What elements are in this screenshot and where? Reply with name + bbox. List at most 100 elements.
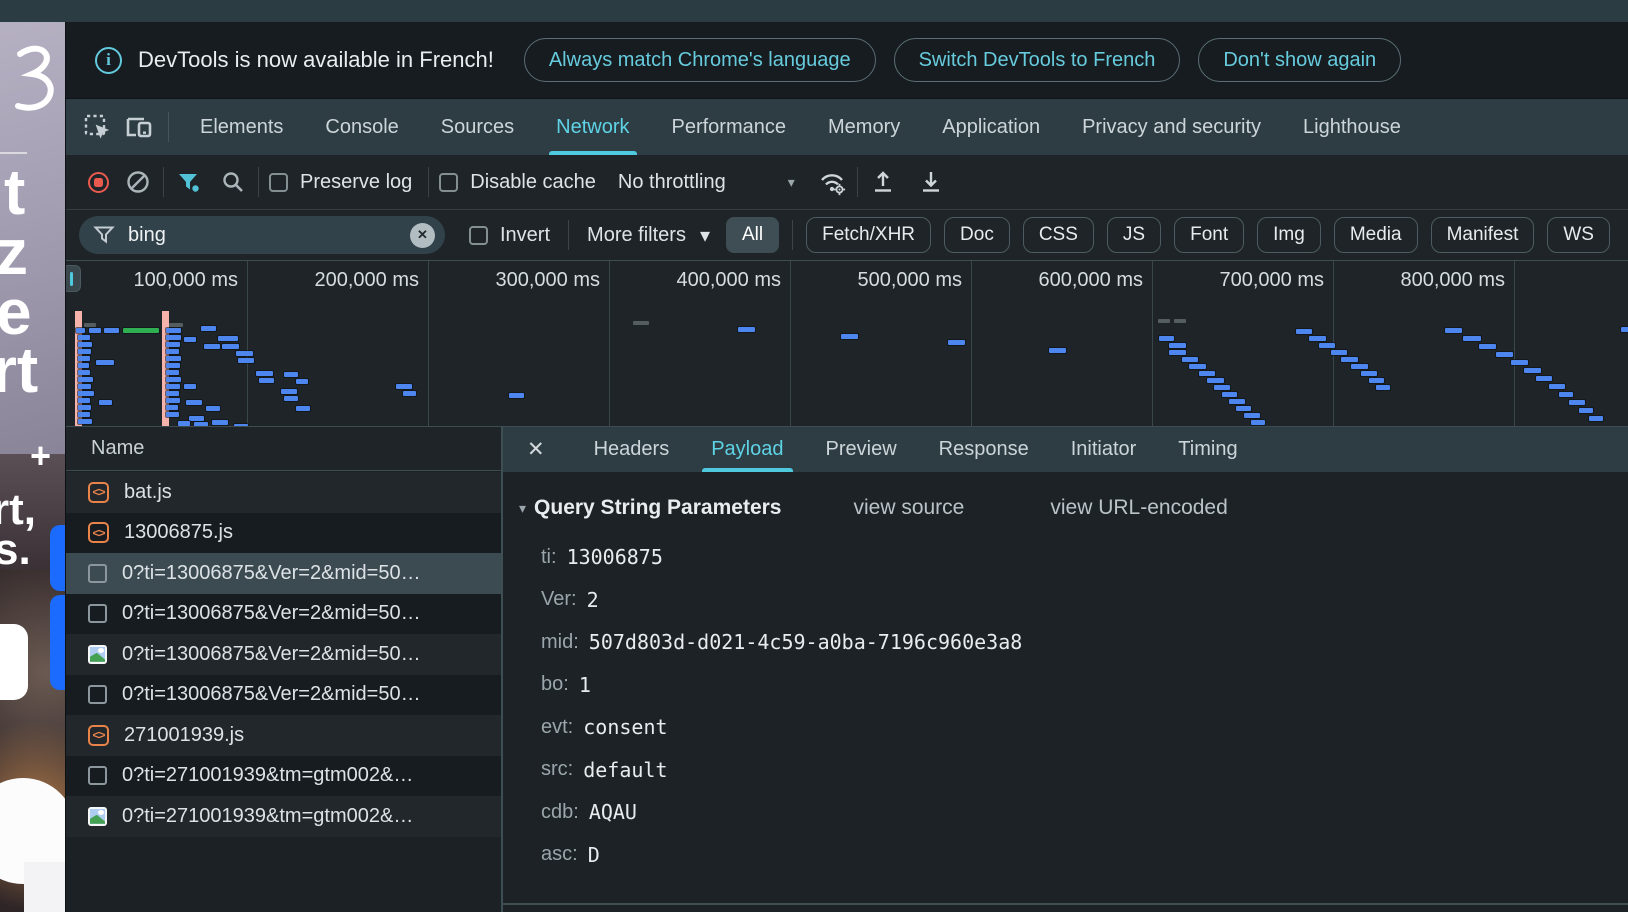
waterfall-bar (1169, 343, 1186, 348)
invert-checkbox[interactable] (469, 226, 488, 245)
tab-privacy-and-security[interactable]: Privacy and security (1061, 99, 1282, 155)
request-name: 0?ti=271001939&tm=gtm002&… (122, 805, 413, 828)
overview-time-label: 500,000 ms (790, 269, 962, 293)
chip-js[interactable]: JS (1107, 217, 1161, 253)
network-conditions-icon[interactable] (817, 167, 847, 197)
tab-label: Elements (200, 116, 283, 139)
details-tab-response[interactable]: Response (918, 427, 1050, 472)
query-param-row: cdb:AQAU (503, 791, 1628, 834)
request-row[interactable]: 0?ti=271001939&tm=gtm002&… (66, 796, 501, 837)
waterfall-bar (1229, 399, 1245, 404)
request-name: 0?ti=271001939&tm=gtm002&… (122, 764, 413, 787)
chip-img[interactable]: Img (1257, 217, 1321, 253)
clear-filter-icon[interactable]: ✕ (410, 223, 435, 248)
chip-fetch-xhr[interactable]: Fetch/XHR (806, 217, 931, 253)
request-row[interactable]: 0?ti=271001939&tm=gtm002&… (66, 756, 501, 797)
waterfall-bar (1341, 357, 1358, 362)
waterfall-bar (78, 356, 90, 361)
waterfall-bar (1511, 360, 1528, 365)
export-har-icon[interactable] (916, 167, 946, 197)
waterfall-bar (1244, 413, 1260, 418)
toolbar-separator (428, 167, 429, 197)
details-tab-label: Preview (826, 438, 897, 461)
tab-console[interactable]: Console (304, 99, 419, 155)
waterfall-bar (1361, 371, 1377, 376)
request-row[interactable]: 0?ti=13006875&Ver=2&mid=50… (66, 675, 501, 716)
page-behind-glyph (0, 40, 58, 136)
tab-performance[interactable]: Performance (651, 99, 808, 155)
inspect-element-icon[interactable] (80, 110, 114, 144)
waterfall-bar (948, 340, 965, 345)
waterfall-bar (78, 349, 91, 354)
details-tab-initiator[interactable]: Initiator (1050, 427, 1158, 472)
details-tab-headers[interactable]: Headers (573, 427, 691, 472)
dont-show-again-button[interactable]: Don't show again (1198, 38, 1401, 82)
chip-doc[interactable]: Doc (944, 217, 1010, 253)
filter-input[interactable]: bing ✕ (79, 216, 445, 254)
details-tab-payload[interactable]: Payload (690, 427, 804, 472)
request-row[interactable]: 0?ti=13006875&Ver=2&mid=50… (66, 594, 501, 635)
filter-icon[interactable] (174, 167, 204, 197)
waterfall-bar (104, 328, 119, 333)
waterfall-bar (238, 358, 254, 363)
record-network-log-icon[interactable] (88, 172, 109, 193)
waterfall-bar (166, 412, 179, 417)
waterfall-bar (841, 334, 858, 339)
chip-css[interactable]: CSS (1023, 217, 1094, 253)
chip-all[interactable]: All (726, 217, 779, 253)
request-row[interactable]: 0?ti=13006875&Ver=2&mid=50… (66, 553, 501, 594)
tab-lighthouse[interactable]: Lighthouse (1282, 99, 1422, 155)
chip-ws[interactable]: WS (1547, 217, 1610, 253)
overview-time-label: 600,000 ms (971, 269, 1143, 293)
device-toolbar-icon[interactable] (122, 110, 156, 144)
waterfall-bar (166, 370, 179, 375)
waterfall-bar (1549, 384, 1565, 389)
tab-memory[interactable]: Memory (807, 99, 921, 155)
waterfall-bar (166, 335, 181, 340)
view-url-encoded-link[interactable]: view URL-encoded (1050, 496, 1227, 520)
waterfall-bar (166, 391, 179, 396)
waterfall-bar (1376, 385, 1390, 390)
disable-cache-checkbox[interactable] (439, 173, 458, 192)
match-language-button[interactable]: Always match Chrome's language (524, 38, 876, 82)
script-icon: <> (88, 482, 109, 503)
overview-time-label: 700,000 ms (1152, 269, 1324, 293)
chip-label: Img (1273, 224, 1305, 246)
query-string-section-header: ▾ Query String Parameters view source vi… (519, 496, 1628, 520)
request-row[interactable]: <> bat.js (66, 472, 501, 513)
disable-cache-label: Disable cache (470, 171, 596, 194)
network-overview[interactable]: 100,000 ms200,000 ms300,000 ms400,000 ms… (66, 261, 1628, 427)
triangle-down-icon[interactable]: ▾ (519, 500, 526, 517)
view-source-link[interactable]: view source (853, 496, 964, 520)
more-filters-dropdown[interactable]: More filters ▾ (587, 223, 710, 248)
preserve-log-checkbox[interactable] (269, 173, 288, 192)
tab-elements[interactable]: Elements (179, 99, 304, 155)
request-row[interactable]: <>271001939.js (66, 715, 501, 756)
switch-to-french-button[interactable]: Switch DevTools to French (894, 38, 1181, 82)
request-row[interactable]: <>13006875.js (66, 513, 501, 554)
tab-sources[interactable]: Sources (420, 99, 535, 155)
query-string-title[interactable]: Query String Parameters (534, 496, 781, 520)
tab-application[interactable]: Application (921, 99, 1061, 155)
waterfall-bar (76, 328, 85, 333)
chip-font[interactable]: Font (1174, 217, 1244, 253)
request-name: bat.js (124, 481, 172, 504)
waterfall-bar (1251, 420, 1265, 425)
waterfall-bar (633, 321, 649, 325)
waterfall-bar (1496, 352, 1513, 357)
waterfall-bar (78, 370, 90, 375)
details-tab-timing[interactable]: Timing (1157, 427, 1258, 472)
name-column-header[interactable]: Name (66, 427, 501, 471)
tab-network[interactable]: Network (535, 99, 650, 155)
throttling-select[interactable]: No throttling ▾ (618, 171, 795, 194)
details-tab-preview[interactable]: Preview (805, 427, 918, 472)
clear-network-log-icon[interactable] (123, 167, 153, 197)
search-icon[interactable] (218, 167, 248, 197)
chip-manifest[interactable]: Manifest (1431, 217, 1535, 253)
import-har-icon[interactable] (868, 167, 898, 197)
chip-media[interactable]: Media (1334, 217, 1418, 253)
request-row[interactable]: 0?ti=13006875&Ver=2&mid=50… (66, 634, 501, 675)
window-top-strip (0, 0, 1628, 22)
close-icon[interactable]: ✕ (527, 437, 545, 462)
chip-label: Doc (960, 224, 994, 246)
